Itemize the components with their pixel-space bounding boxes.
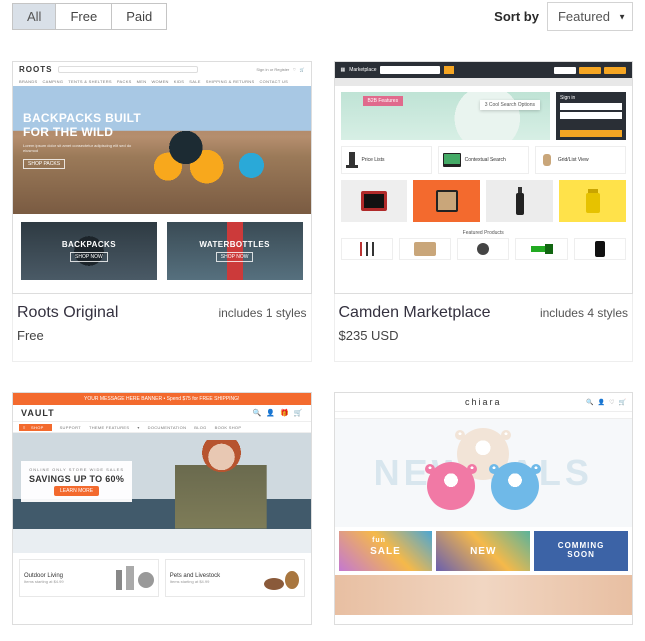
sort-value: Featured xyxy=(558,9,610,24)
theme-thumbnail: ▦Marketplace B2B Features 3 Cool Search … xyxy=(334,61,634,294)
theme-styles: includes 4 styles xyxy=(540,306,628,320)
price-filter-group: All Free Paid xyxy=(12,3,167,30)
promo-bar: YOUR MESSAGE HERE BANNER • Spend $75 for… xyxy=(13,393,311,405)
cart-icon: 🛒 xyxy=(294,409,303,417)
mock-nav: ≡ SHOP SUPPORTTHEME FEATURES▾DOCUMENTATI… xyxy=(13,421,311,433)
search-icon: 🔍 xyxy=(586,399,593,406)
mock-brand: VAULT xyxy=(21,408,55,418)
theme-price: Free xyxy=(17,328,307,343)
sort-control: Sort by Featured ▼ xyxy=(494,2,633,31)
theme-grid: ROOTS Sign in or Register ♡ 🛒 BRANDSCAMP… xyxy=(12,61,633,625)
filter-free-button[interactable]: Free xyxy=(56,4,112,29)
gift-icon: 🎁 xyxy=(280,409,289,417)
user-icon: 👤 xyxy=(266,409,275,417)
mock-tile: Pets and Livestock Items starting at $4.… xyxy=(165,559,305,597)
cart-icon: 🛒 xyxy=(619,399,626,406)
user-icon: 👤 xyxy=(598,399,605,406)
mock-tile: funSALE xyxy=(339,531,433,571)
theme-styles: includes 1 styles xyxy=(218,306,306,320)
theme-thumbnail: chiara 🔍 👤 ♡ 🛒 NEW VALS funSALE NEW COMMING… xyxy=(334,392,634,625)
filter-all-button[interactable]: All xyxy=(13,4,56,29)
mock-tile: WATERBOTTLES SHOP NOW xyxy=(167,222,303,280)
account-links: Sign in or Register ♡ 🛒 xyxy=(256,67,304,72)
mock-brand: chiara xyxy=(465,397,502,407)
theme-title: Roots Original xyxy=(17,304,118,322)
mock-tile: BACKPACKS SHOP NOW xyxy=(21,222,157,280)
theme-thumbnail: ROOTS Sign in or Register ♡ 🛒 BRANDSCAMP… xyxy=(12,61,312,294)
mock-brand: ROOTS xyxy=(19,65,52,74)
sort-label: Sort by xyxy=(494,9,539,24)
theme-card-roots[interactable]: ROOTS Sign in or Register ♡ 🛒 BRANDSCAMP… xyxy=(12,61,312,362)
sort-select[interactable]: Featured ▼ xyxy=(547,2,633,31)
search-icon xyxy=(380,66,440,74)
filter-paid-button[interactable]: Paid xyxy=(112,4,166,29)
theme-card-vault[interactable]: YOUR MESSAGE HERE BANNER • Spend $75 for… xyxy=(12,392,312,625)
mock-hero: ONLINE ONLY STORE WIDE SALES SAVINGS UP … xyxy=(13,433,311,553)
heart-icon: ♡ xyxy=(609,399,614,406)
mock-tile: NEW xyxy=(436,531,530,571)
search-icon xyxy=(58,66,198,73)
theme-thumbnail: YOUR MESSAGE HERE BANNER • Spend $75 for… xyxy=(12,392,312,625)
mock-banner xyxy=(335,575,633,615)
mock-tile: Outdoor Living Items starting at $4.99 xyxy=(19,559,159,597)
mock-hero: B2B Features 3 Cool Search Options xyxy=(341,92,551,140)
mock-hero: NEW VALS xyxy=(335,419,633,527)
theme-title: Camden Marketplace xyxy=(339,304,491,322)
mock-login: Sign in xyxy=(556,92,626,140)
mock-tile: COMMINGSOON xyxy=(534,531,628,571)
mock-hero: BACKPACKS BUILTFOR THE WILD Lorem ipsum … xyxy=(13,86,311,214)
theme-price: $235 USD xyxy=(339,328,629,343)
chevron-down-icon: ▼ xyxy=(618,12,626,21)
mock-nav: BRANDSCAMPINGTENTS & SHELTERSPACKSMENWOM… xyxy=(13,76,311,86)
search-icon: 🔍 xyxy=(253,409,262,417)
theme-card-chiara[interactable]: chiara 🔍 👤 ♡ 🛒 NEW VALS funSALE NEW COMMING… xyxy=(334,392,634,625)
theme-card-camden[interactable]: ▦Marketplace B2B Features 3 Cool Search … xyxy=(334,61,634,362)
